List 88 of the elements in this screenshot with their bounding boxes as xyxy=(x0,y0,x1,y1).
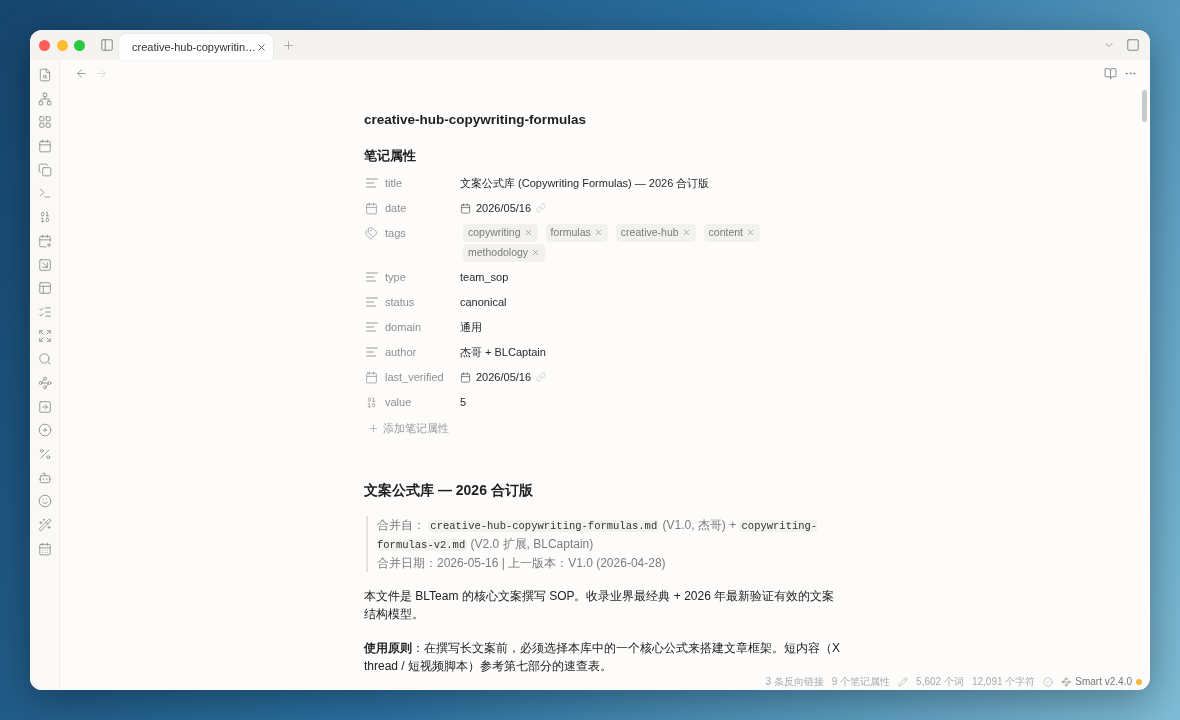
section-heading: 笔记属性 xyxy=(364,148,417,165)
property-label[interactable]: date xyxy=(385,199,407,217)
tag-chip[interactable]: formulas xyxy=(545,223,608,242)
sidebar-toggle-icon[interactable] xyxy=(100,38,114,52)
text-lines-icon xyxy=(365,347,378,357)
window-minimize-icon[interactable] xyxy=(56,39,68,51)
check-circle-icon[interactable] xyxy=(1043,677,1054,687)
text-lines-icon xyxy=(365,297,378,307)
waypoints-icon[interactable] xyxy=(37,375,52,390)
back-arrow-icon[interactable] xyxy=(75,66,88,80)
property-label[interactable]: type xyxy=(385,268,406,286)
plus-icon xyxy=(368,423,379,434)
property-label[interactable]: last_verified xyxy=(385,368,444,386)
word-count: 5,602 个词 xyxy=(916,676,964,688)
calendar-icon[interactable] xyxy=(37,139,52,154)
percent-icon[interactable] xyxy=(37,447,52,461)
date-value[interactable]: 2026/05/16 xyxy=(476,368,532,386)
property-label[interactable]: tags xyxy=(385,224,406,242)
new-tab-icon[interactable] xyxy=(282,38,295,52)
body-paragraph: 使用原则：在撰写长文案前，必须选择本库中的一个核心公式来搭建文章框架。短内容（X thread / 短视频脚本）参考第七部分的速查表。 xyxy=(364,639,841,675)
link-icon xyxy=(536,372,547,382)
property-value[interactable]: canonical xyxy=(460,293,507,311)
property-value[interactable]: 通用 xyxy=(460,318,482,336)
close-icon xyxy=(681,228,691,237)
forward-arrow-icon[interactable] xyxy=(95,66,108,80)
note-title: creative-hub-copywriting-formulas xyxy=(364,111,588,129)
tag-chip[interactable]: content xyxy=(703,223,761,242)
grid-icon[interactable] xyxy=(37,115,52,130)
calendar-plus-icon[interactable] xyxy=(37,233,52,248)
book-icon[interactable] xyxy=(1104,66,1117,80)
network-icon[interactable] xyxy=(37,91,52,106)
character-count: 12,091 个字符 xyxy=(971,676,1036,688)
text-lines-icon xyxy=(365,272,378,282)
layout-icon[interactable] xyxy=(37,281,52,296)
property-label[interactable]: status xyxy=(385,293,415,311)
close-icon xyxy=(746,228,756,237)
wand-icon[interactable] xyxy=(37,518,52,533)
tags-icon xyxy=(365,226,378,240)
text-lines-icon xyxy=(365,322,378,332)
panel-icon[interactable] xyxy=(1126,38,1140,52)
property-value[interactable]: 5 xyxy=(460,393,467,411)
calendar-icon xyxy=(365,201,378,215)
property-value[interactable]: team_sop xyxy=(460,268,509,286)
date-value[interactable]: 2026/05/16 xyxy=(476,199,532,217)
search-icon[interactable] xyxy=(37,352,52,367)
disc-icon[interactable] xyxy=(37,423,52,438)
scrollbar-thumb[interactable] xyxy=(1142,90,1147,122)
bot-icon[interactable] xyxy=(37,470,52,485)
quote-text: 合并日期：2026-05-16 | 上一版本：V1.0 (2026-04-28) xyxy=(377,554,667,572)
expand-icon[interactable] xyxy=(37,328,52,343)
copy-icon[interactable] xyxy=(37,162,52,177)
pencil-icon[interactable] xyxy=(898,677,909,687)
calendar-icon xyxy=(460,202,471,214)
text-lines-icon xyxy=(365,178,378,188)
tag-chip[interactable]: creative-hub xyxy=(615,223,696,242)
property-label[interactable]: domain xyxy=(385,318,422,336)
property-value[interactable]: 杰哥 + BLCaptain xyxy=(460,343,546,361)
add-property-button[interactable]: 添加笔记属性 xyxy=(365,420,449,437)
terminal-icon[interactable] xyxy=(37,186,52,201)
square-arrow-right-icon[interactable] xyxy=(37,399,52,414)
close-icon xyxy=(593,228,603,237)
window-close-icon[interactable] xyxy=(39,39,50,51)
calendar-icon xyxy=(460,371,471,383)
file-search-icon[interactable] xyxy=(37,68,52,82)
backlinks-count[interactable]: 3 条反向链接 xyxy=(765,676,824,688)
note-tab[interactable]: creative-hub-copywritin… xyxy=(119,34,273,60)
calendar-icon xyxy=(365,370,378,384)
tag-chip[interactable]: copywriting xyxy=(463,223,538,242)
link-icon xyxy=(536,203,547,213)
checklist-icon[interactable] xyxy=(37,304,52,319)
window-zoom-icon[interactable] xyxy=(74,39,85,51)
document-heading: 文案公式库 — 2026 合订版 xyxy=(364,480,534,500)
binary-icon xyxy=(365,395,378,409)
property-label[interactable]: author xyxy=(385,343,417,361)
smile-icon[interactable] xyxy=(37,494,52,509)
close-icon[interactable] xyxy=(256,41,268,53)
close-icon xyxy=(531,248,541,257)
calendar-days-icon[interactable] xyxy=(37,541,52,556)
property-label[interactable]: title xyxy=(385,174,403,192)
property-value[interactable]: 文案公式库 (Copywriting Formulas) — 2026 合订版 xyxy=(460,174,710,192)
tag-chip[interactable]: methodology xyxy=(463,243,546,262)
property-label[interactable]: value xyxy=(385,393,412,411)
body-paragraph: 本文件是 BLTeam 的核心文案撰写 SOP。收录业界最经典 + 2026 年最新验证有效的文案结构模型。 xyxy=(364,587,836,623)
quote-text: 合并自： creative-hub-copywriting-formulas.md (V1.0, 杰哥) + copywriting-formulas-v2.md (V2.0 扩展, BLCaptain) xyxy=(377,516,819,553)
properties-count: 9 个笔记属性 xyxy=(831,676,891,688)
plugin-status[interactable]: Smart v2.4.0 xyxy=(1075,676,1132,688)
waypoints-icon xyxy=(1061,677,1072,687)
close-icon xyxy=(523,228,533,237)
